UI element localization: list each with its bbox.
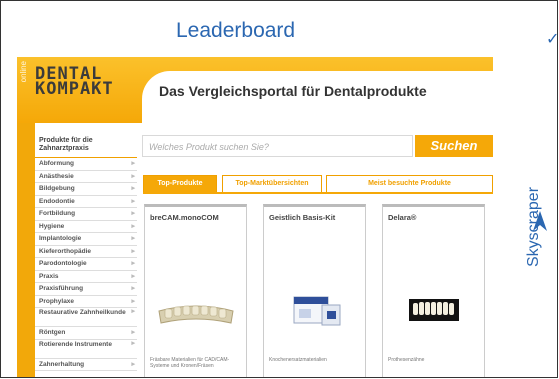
product-card[interactable]: breCAM.monoCOM Fräsbare Materialien für … (144, 204, 247, 377)
chevron-right-icon: ▸ (131, 185, 135, 192)
sidebar-item-label: Endodontie (39, 197, 75, 205)
sidebar-item[interactable]: Praxis ▸ (35, 271, 137, 283)
chevron-right-icon: ▸ (131, 308, 135, 315)
sidebar-item-label: Hygiene (39, 222, 65, 230)
sidebar-item[interactable]: Endodontie ▸ (35, 196, 137, 208)
chevron-right-icon: ▸ (131, 222, 135, 230)
product-card[interactable]: Delara® Prothesenzähne (382, 204, 485, 377)
sidebar-item[interactable]: Praxisführung ▸ (35, 283, 137, 296)
product-title: breCAM.monoCOM (150, 213, 219, 222)
chevron-icon: ✓ (546, 29, 557, 49)
search-input[interactable]: Welches Produkt suchen Sie? (142, 135, 413, 157)
tab-top-produkte[interactable]: Top-Produkte (143, 175, 217, 193)
sidebar-item[interactable]: Bildgebung ▸ (35, 183, 137, 196)
sidebar-item[interactable]: Röntgen ▸ (35, 327, 137, 340)
tab-meist-besuchte[interactable]: Meist besuchte Produkte (326, 175, 493, 193)
product-description: Knochenersatzmaterialien (269, 357, 327, 363)
sidebar-heading-line-2: Zahnarztpraxis (39, 145, 89, 152)
product-description: Fräsbare Materialien für CAD/CAM-Systeme… (150, 357, 230, 369)
chevron-right-icon: ▸ (131, 172, 135, 180)
sidebar-item-label: Kieferorthopädie (39, 247, 92, 255)
sidebar-item-label: Zahnerhaltung (39, 360, 85, 368)
search-button[interactable]: Suchen (415, 135, 493, 157)
sidebar-item-label: Praxis (39, 272, 59, 280)
chevron-right-icon: ▸ (131, 260, 135, 267)
chevron-right-icon: ▸ (131, 339, 135, 347)
sidebar-item-label: Praxisführung (39, 285, 84, 292)
sidebar-item[interactable]: Parodontologie ▸ (35, 258, 137, 271)
sidebar-item-label: Restaurative Zahnheilkunde (39, 309, 126, 316)
product-image (158, 305, 234, 324)
online-tab-label: online (19, 61, 28, 83)
sidebar-heading-line-1: Produkte für die (39, 137, 93, 144)
chevron-right-icon: ▸ (131, 272, 135, 280)
chevron-right-icon: ▸ (131, 329, 135, 336)
site-logo[interactable]: DENTAL KOMPAKT (35, 66, 143, 113)
sidebar-item[interactable]: Implantologie ▸ (35, 233, 137, 246)
chevron-right-icon: ▸ (131, 297, 135, 305)
product-image (293, 296, 341, 326)
product-card[interactable]: Geistlich Basis-Kit Knochenersatzmateria… (263, 204, 366, 377)
skyscraper-label: Skyscraper (525, 186, 542, 267)
product-tabs: Top-Produkte Top-Marktübersichten Meist … (143, 175, 493, 193)
sidebar-item-label: Fortbildung (39, 210, 76, 217)
chevron-right-icon: ▸ (131, 210, 135, 217)
sidebar-item-label: Bildgebung (39, 185, 75, 192)
sidebar-item-label: Anästhesie (39, 172, 74, 180)
sidebar-item-label: Parodontologie (39, 260, 87, 267)
sidebar-item[interactable]: Kieferorthopädie ▸ (35, 246, 137, 258)
chevron-right-icon: ▸ (131, 285, 135, 292)
logo-line-2: KOMPAKT (35, 79, 114, 99)
leaderboard-label: Leaderboard (176, 19, 296, 42)
sidebar-item-label: Rotierende Instrumente (39, 340, 112, 348)
sidebar-item[interactable]: Prophylaxe ▸ (35, 296, 137, 308)
chevron-right-icon: ▸ (131, 235, 135, 242)
sidebar-item-label: Abformung (39, 160, 75, 167)
sidebar-item[interactable]: Rotierende Instrumente ▸ (35, 340, 137, 359)
sidebar-item[interactable]: Abformung ▸ (35, 158, 137, 171)
sidebar-item[interactable]: Restaurative Zahnheilkunde ▸ (35, 308, 137, 327)
chevron-right-icon: ▸ (131, 247, 135, 255)
sidebar-item[interactable]: Anästhesie ▸ (35, 171, 137, 183)
product-image (409, 299, 459, 321)
sidebar-list: Abformung ▸ Anästhesie ▸ Bildgebung ▸ Endodont… (35, 158, 137, 371)
product-title: Delara® (388, 213, 417, 222)
tab-top-marktuebersichten[interactable]: Top-Marktübersichten (222, 175, 322, 193)
chevron-right-icon: ▸ (131, 360, 135, 368)
sidebar-item-label: Röntgen (39, 329, 66, 336)
sidebar-item[interactable]: Fortbildung ▸ (35, 208, 137, 221)
tab-underline (143, 192, 493, 194)
sidebar-item-label: Implantologie (39, 235, 82, 242)
chevron-right-icon: ▸ (131, 160, 135, 167)
chevron-right-icon: ▸ (131, 197, 135, 205)
sidebar-item-label: Prophylaxe (39, 297, 75, 305)
sidebar-item[interactable]: Hygiene ▸ (35, 221, 137, 233)
product-title: Geistlich Basis-Kit (269, 213, 336, 222)
category-sidebar: Produkte für die Zahnarztpraxis Abformun… (35, 129, 137, 377)
sidebar-item[interactable]: Zahnerhaltung ▸ (35, 359, 137, 371)
site-tagline: Das Vergleichsportal für Dentalprodukte (159, 83, 427, 99)
product-description: Prothesenzähne (388, 357, 425, 363)
screenshot-frame: Leaderboard ✓ online DENTAL KOMPAKT Das … (0, 0, 558, 378)
website-preview: online DENTAL KOMPAKT Das Vergleichsport… (17, 57, 493, 377)
sidebar-heading: Produkte für die Zahnarztpraxis (35, 129, 137, 158)
